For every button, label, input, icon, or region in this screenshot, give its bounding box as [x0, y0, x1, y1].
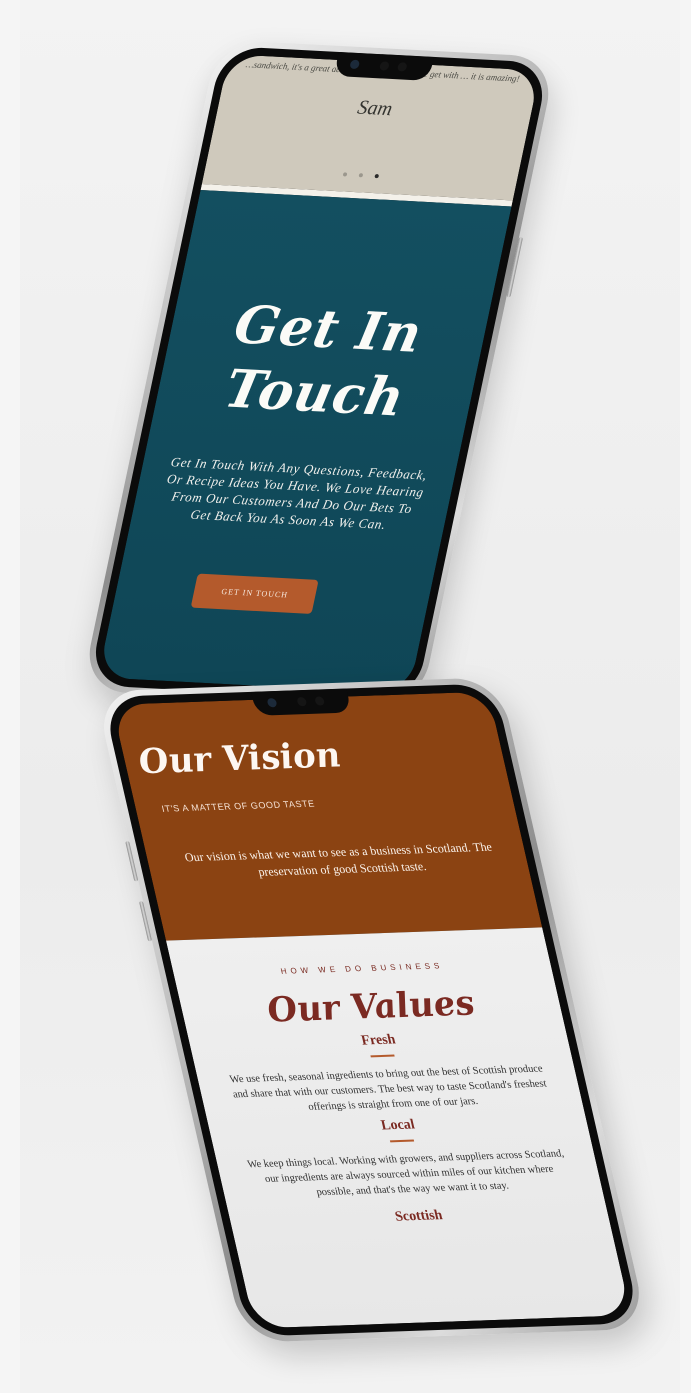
sensor-icon [295, 697, 307, 707]
values-eyebrow: HOW WE DO BUSINESS [279, 961, 445, 976]
value-divider [369, 1054, 395, 1058]
value-text: We keep things local. Working with growe… [246, 1148, 566, 1199]
get-in-touch-button[interactable]: GET IN TOUCH [190, 573, 319, 614]
value-item-local: Local We keep things local. Working with… [208, 1111, 602, 1203]
vision-section: Our Vision IT'S A MATTER OF GOOD TASTE O… [111, 691, 543, 941]
value-divider [389, 1139, 414, 1143]
contact-section: Get In Touch Get In Touch With Any Quest… [97, 190, 512, 694]
carousel-dot[interactable] [358, 173, 364, 178]
contact-heading: Get In Touch [153, 290, 491, 434]
phone-screen: …sandwich, it's a great accompaniment… w… [97, 54, 541, 694]
sensor-icon [379, 61, 390, 71]
phone-bezel: Our Vision IT'S A MATTER OF GOOD TASTE O… [102, 683, 641, 1337]
carousel-dot[interactable] [342, 172, 348, 177]
camera-icon [266, 698, 278, 708]
phone-notch [250, 688, 352, 716]
value-text: We use fresh, seasonal ingredients to br… [228, 1063, 548, 1113]
mockup-scene: …sandwich, it's a great accompaniment… w… [20, 0, 680, 1393]
vision-subtitle: IT'S A MATTER OF GOOD TASTE [160, 798, 316, 814]
phone-screen: Our Vision IT'S A MATTER OF GOOD TASTE O… [111, 691, 632, 1329]
vision-title: Our Vision [134, 735, 345, 783]
carousel-dots [204, 156, 519, 190]
value-title: Scottish [393, 1208, 445, 1225]
sensor-icon [313, 696, 325, 706]
phone-notch [333, 51, 434, 81]
values-section: HOW WE DO BUSINESS Our Values Fresh We u… [165, 927, 632, 1329]
phone-bezel: …sandwich, it's a great accompaniment… w… [88, 45, 550, 703]
values-title: Our Values [263, 983, 479, 1031]
phone-mockup-vision: Our Vision IT'S A MATTER OF GOOD TASTE O… [94, 677, 649, 1343]
value-item-scottish: Scottish [229, 1202, 609, 1231]
phone-mockup-contact: …sandwich, it's a great accompaniment… w… [81, 39, 557, 709]
contact-body-text: Get In Touch With Any Questions, Feedbac… [165, 454, 429, 532]
testimonial-name: Sam [355, 96, 395, 121]
carousel-dot-active[interactable] [374, 174, 380, 179]
vision-body-text: Our vision is what we want to see as a b… [183, 839, 494, 879]
value-item-fresh: Fresh We use fresh, seasonal ingredients… [189, 1026, 583, 1118]
sensor-icon [396, 62, 408, 72]
camera-icon [349, 59, 361, 70]
